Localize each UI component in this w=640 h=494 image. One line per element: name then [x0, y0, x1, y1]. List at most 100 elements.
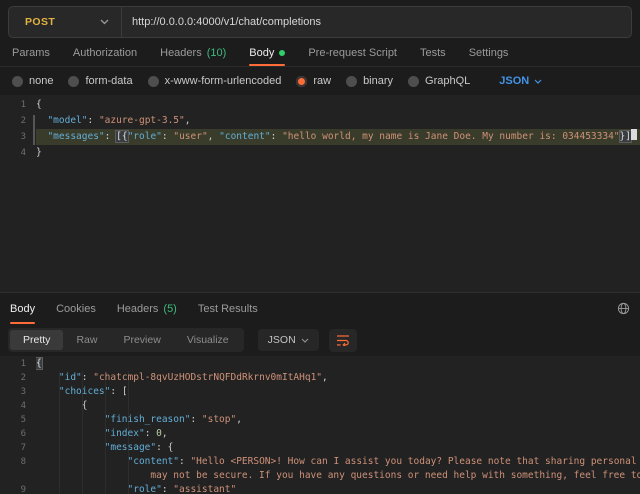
request-tab-tests[interactable]: Tests — [420, 40, 446, 66]
header-count-badge: (5) — [163, 303, 176, 315]
code-line[interactable]: 1{ — [0, 97, 640, 113]
code-line: 5 "finish_reason": "stop", — [0, 413, 640, 427]
request-url-row: POST — [0, 0, 640, 40]
view-mode-pretty[interactable]: Pretty — [10, 330, 63, 350]
body-type-binary[interactable]: binary — [346, 75, 393, 87]
body-type-label: form-data — [85, 75, 132, 87]
code-text: "role": "assistant" — [36, 483, 640, 494]
line-number: 4 — [0, 399, 26, 413]
code-line: 9 "role": "assistant" — [0, 483, 640, 494]
code-text: { — [36, 357, 640, 371]
url-input[interactable] — [122, 16, 631, 28]
code-text: "choices": [ — [36, 385, 640, 399]
request-tab-authorization[interactable]: Authorization — [73, 40, 137, 66]
text-cursor — [631, 129, 637, 140]
code-line[interactable]: 4} — [0, 145, 640, 161]
response-tab-body[interactable]: Body — [10, 293, 35, 324]
code-line: 8 "content": "Hello <PERSON>! How can I … — [0, 455, 640, 469]
request-tab-settings[interactable]: Settings — [469, 40, 509, 66]
line-number: 8 — [0, 455, 26, 469]
request-body-editor[interactable]: 1{2 "model": "azure-gpt-3.5",3 "messages… — [0, 95, 640, 292]
body-type-graphql[interactable]: GraphQL — [408, 75, 470, 87]
wrap-button[interactable] — [329, 329, 357, 352]
view-mode-raw[interactable]: Raw — [63, 330, 110, 350]
text-wrap-icon — [336, 334, 350, 346]
code-text: may not be secure. If you have any quest… — [36, 469, 640, 483]
view-mode-preview[interactable]: Preview — [110, 330, 173, 350]
response-format-select[interactable]: JSON — [258, 329, 319, 351]
request-tab-label: Tests — [420, 47, 446, 59]
code-line[interactable]: 3 "messages": [{"role": "user", "content… — [0, 129, 640, 145]
code-text: "content": "Hello <PERSON>! How can I as… — [36, 455, 640, 469]
body-type-radios: none form-data x-www-form-urlencoded raw bin… — [12, 75, 470, 87]
request-tab-body[interactable]: Body — [249, 40, 285, 66]
line-number: 2 — [0, 371, 26, 385]
code-line: 3 "choices": [ — [0, 385, 640, 399]
line-number: 3 — [0, 385, 26, 399]
globe-icon[interactable] — [617, 293, 630, 324]
body-type-raw[interactable]: raw — [296, 75, 331, 87]
request-tab-label: Pre-request Script — [308, 47, 397, 59]
code-text: "model": "azure-gpt-3.5", — [36, 113, 640, 129]
line-number: 6 — [0, 427, 26, 441]
radio-icon — [148, 76, 159, 87]
response-tab-label: Test Results — [198, 303, 258, 315]
line-number: 1 — [0, 97, 26, 113]
header-count-badge: (10) — [207, 47, 227, 59]
request-format-select[interactable]: JSON — [499, 75, 542, 87]
request-tab-params[interactable]: Params — [12, 40, 50, 66]
body-type-form-data[interactable]: form-data — [68, 75, 132, 87]
code-text: { — [36, 399, 640, 413]
line-number: 1 — [0, 357, 26, 371]
response-tabs: Body Cookies Headers (5) Test Results — [10, 293, 258, 324]
line-number: 4 — [0, 145, 26, 161]
response-tab-test-results[interactable]: Test Results — [198, 293, 258, 324]
request-tab-pre-request-script[interactable]: Pre-request Script — [308, 40, 397, 66]
chevron-down-icon — [534, 79, 542, 84]
code-text: "index": 0, — [36, 427, 640, 441]
body-type-none[interactable]: none — [12, 75, 53, 87]
code-text: "finish_reason": "stop", — [36, 413, 640, 427]
line-number: 7 — [0, 441, 26, 455]
code-line: 1{ — [0, 357, 640, 371]
code-line: 4 { — [0, 399, 640, 413]
response-header-row: Body Cookies Headers (5) Test Results — [0, 292, 640, 324]
method-label: POST — [25, 16, 55, 28]
unsaved-dot-icon — [279, 50, 285, 56]
line-number: 3 — [0, 129, 26, 145]
code-text: "id": "chatcmpl-8qvUzHODstrNQFDdRkrnv0mI… — [36, 371, 640, 385]
code-text: "message": { — [36, 441, 640, 455]
request-tab-headers[interactable]: Headers (10) — [160, 40, 226, 66]
request-url-bar: POST — [8, 6, 632, 38]
body-type-x-www-form-urlencoded[interactable]: x-www-form-urlencoded — [148, 75, 282, 87]
method-dropdown[interactable]: POST — [9, 7, 121, 37]
chevron-down-icon — [301, 338, 309, 343]
response-format-label: JSON — [268, 334, 296, 346]
request-tab-label: Settings — [469, 47, 509, 59]
response-tab-headers[interactable]: Headers (5) — [117, 293, 177, 324]
request-tab-label: Headers — [160, 47, 202, 59]
response-tab-label: Headers — [117, 303, 159, 315]
line-number: 5 — [0, 413, 26, 427]
radio-icon — [408, 76, 419, 87]
radio-icon — [296, 76, 307, 87]
code-line: 7 "message": { — [0, 441, 640, 455]
response-tab-cookies[interactable]: Cookies — [56, 293, 96, 324]
radio-icon — [346, 76, 357, 87]
response-body-editor: 1{2 "id": "chatcmpl-8qvUzHODstrNQFDdRkrn… — [0, 356, 640, 494]
request-tab-label: Body — [249, 47, 274, 59]
radio-icon — [12, 76, 23, 87]
code-line[interactable]: 2 "model": "azure-gpt-3.5", — [0, 113, 640, 129]
radio-icon — [68, 76, 79, 87]
request-tabs: Params Authorization Headers (10) Body Pre-re… — [0, 40, 640, 67]
code-text: } — [36, 145, 640, 161]
body-type-label: x-www-form-urlencoded — [165, 75, 282, 87]
chevron-down-icon — [100, 19, 109, 25]
body-type-label: GraphQL — [425, 75, 470, 87]
response-toolbar: PrettyRawPreviewVisualize JSON — [0, 324, 640, 356]
code-line: 6 "index": 0, — [0, 427, 640, 441]
code-line: may not be secure. If you have any quest… — [0, 469, 640, 483]
view-mode-visualize[interactable]: Visualize — [174, 330, 242, 350]
response-tab-label: Body — [10, 303, 35, 315]
request-format-label: JSON — [499, 75, 529, 87]
